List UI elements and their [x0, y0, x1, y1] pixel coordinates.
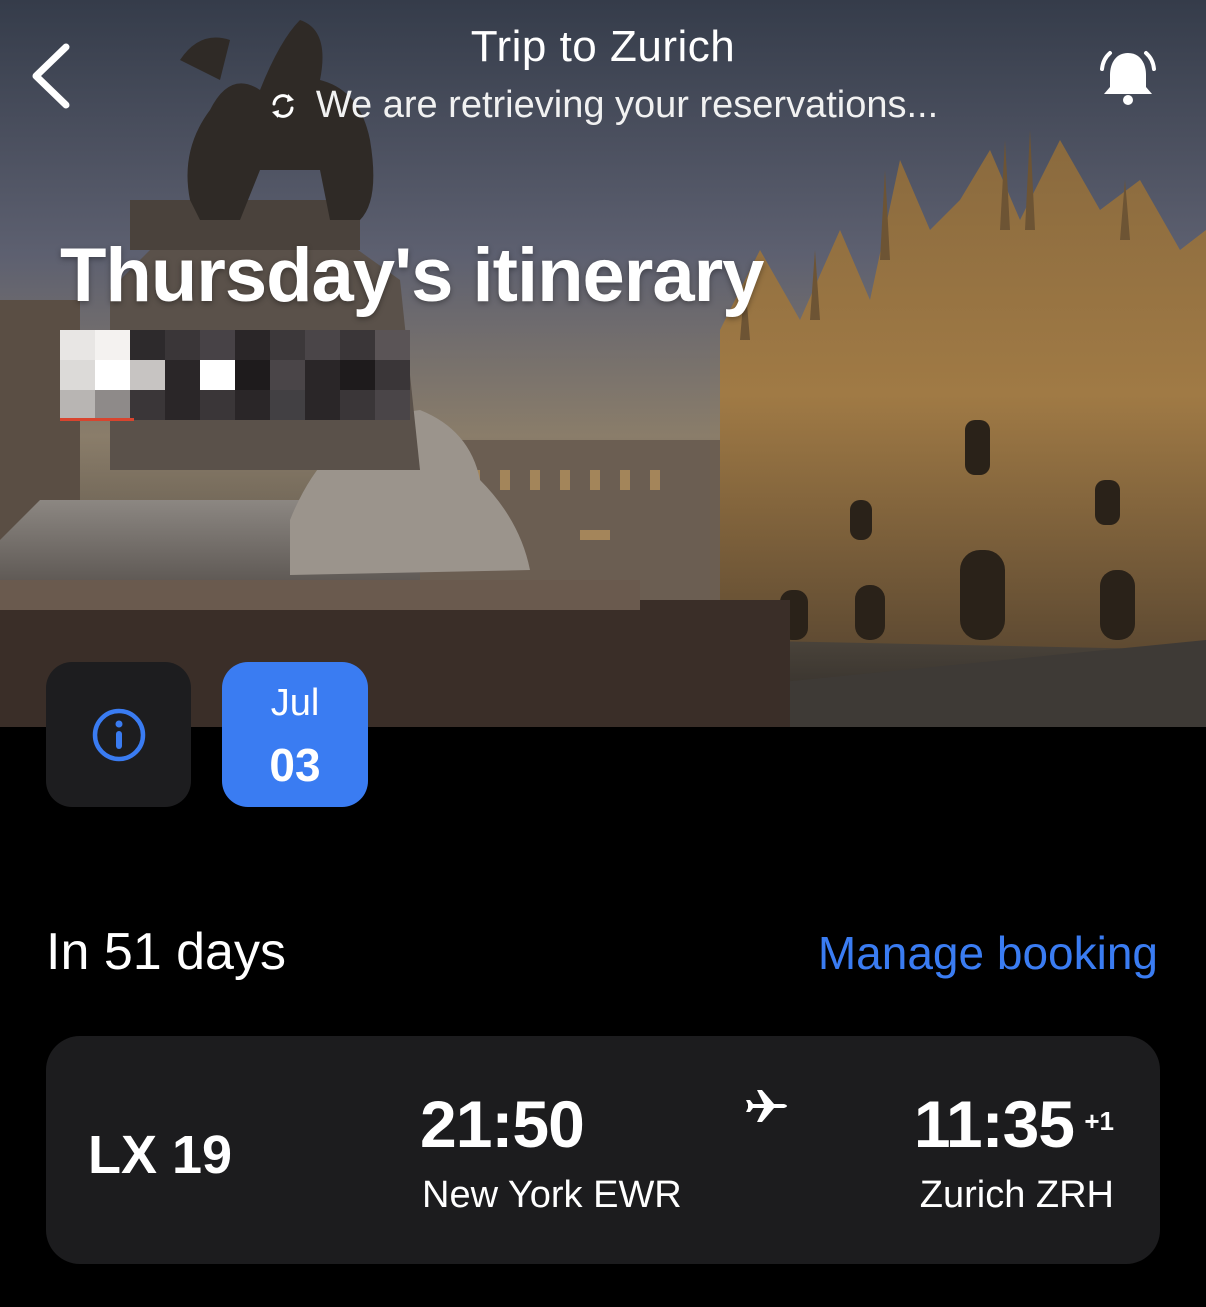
redacted-underline [60, 418, 134, 421]
bell-icon [1100, 51, 1156, 105]
date-month: Jul [270, 681, 320, 724]
arrival-day-offset: +1 [1084, 1106, 1114, 1136]
arrival-airport: Zurich ZRH [919, 1174, 1114, 1216]
flight-card[interactable]: LX 19 21:50 New York EWR 11:35 +1 Zurich… [46, 1036, 1160, 1264]
navigation-bar: Trip to Zurich We are retrieving your re… [0, 0, 1206, 140]
manage-booking-link[interactable]: Manage booking [818, 926, 1158, 980]
departure-time: 21:50 [420, 1087, 585, 1161]
retrieval-status: We are retrieving your reservations... [0, 84, 1206, 127]
arrival-time: 11:35 [913, 1087, 1075, 1161]
info-icon [92, 708, 145, 761]
trip-title: Trip to Zurich [470, 22, 736, 71]
flight-number: LX 19 [88, 1125, 233, 1185]
retrieval-status-text: We are retrieving your reservations... [315, 84, 939, 126]
departure-airport: New York EWR [422, 1174, 682, 1216]
redacted-subtitle [60, 330, 410, 420]
countdown-label: In 51 days [46, 923, 286, 981]
hero-banner: Trip to Zurich We are retrieving your re… [0, 0, 1206, 727]
itinerary-heading: Thursday's itinerary [60, 233, 764, 318]
airplane-icon [746, 1090, 787, 1122]
notifications-button[interactable] [1090, 40, 1166, 116]
date-tab-selected[interactable]: Jul 03 [222, 662, 368, 807]
date-day: 03 [269, 738, 321, 791]
refresh-icon [271, 93, 294, 118]
trip-info-button[interactable] [46, 662, 191, 807]
